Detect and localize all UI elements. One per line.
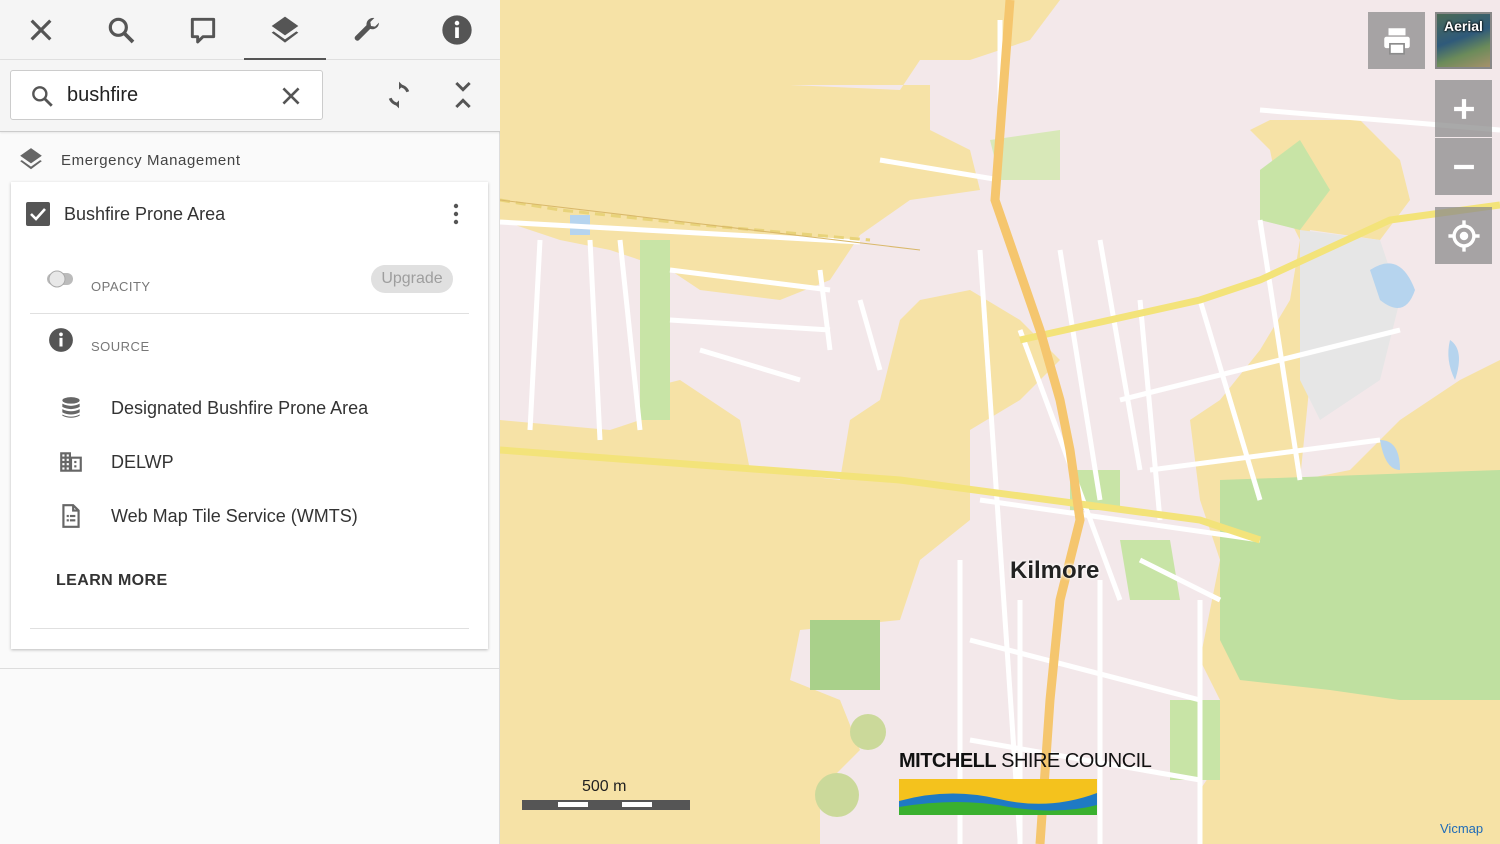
mitchell-shire-council-logo: MITCHELL SHIRE COUNCIL	[899, 750, 1152, 816]
map-canvas[interactable]: Kilmore Aerial 500 m MITCHELL SHIRE COUN…	[500, 0, 1500, 844]
source-item-text: DELWP	[111, 452, 174, 472]
comment-icon	[190, 17, 216, 44]
collapse-all-icon[interactable]	[447, 79, 479, 111]
zoom-out-button[interactable]	[1435, 138, 1492, 195]
aerial-basemap-button[interactable]: Aerial	[1435, 12, 1492, 69]
search-row	[0, 60, 500, 132]
park-area	[1170, 700, 1220, 780]
locate-me-button[interactable]	[1435, 207, 1492, 264]
printer-icon	[1383, 27, 1410, 55]
park-area	[815, 773, 859, 817]
source-label: SOURCE	[91, 339, 150, 354]
info-icon	[442, 15, 472, 45]
wrench-icon	[354, 17, 379, 41]
checkmark-icon	[30, 208, 46, 221]
opacity-label: OPACITY	[91, 279, 151, 294]
source-item: Web Map Tile Service (WMTS)	[11, 495, 488, 535]
source-item: DELWP	[11, 441, 488, 481]
search-icon	[108, 17, 135, 44]
toolbar	[0, 0, 500, 60]
park-area	[1120, 540, 1180, 600]
source-item: Designated Bushfire Prone Area	[11, 387, 488, 427]
map-attribution[interactable]: Vicmap	[1440, 821, 1483, 836]
logo-text: MITCHELL SHIRE COUNCIL	[899, 750, 1152, 772]
search-button[interactable]	[80, 0, 162, 60]
layer-card: Bushfire Prone Area OPACITY Upgrade SOUR…	[11, 182, 488, 649]
aerial-label: Aerial	[1444, 18, 1483, 34]
print-button[interactable]	[1368, 12, 1425, 69]
source-item-text: Designated Bushfire Prone Area	[111, 398, 369, 418]
comment-button[interactable]	[162, 0, 244, 60]
search-input[interactable]	[67, 79, 267, 111]
layer-name: Bushfire Prone Area	[64, 204, 226, 224]
close-icon	[30, 19, 52, 41]
crosshair-icon	[1447, 219, 1480, 252]
layer-group-title: Emergency Management	[61, 152, 241, 169]
plus-icon	[1453, 98, 1474, 119]
zoom-in-button[interactable]	[1435, 80, 1492, 137]
divider	[30, 628, 469, 629]
info-button[interactable]	[416, 0, 498, 60]
park-area	[640, 240, 670, 420]
park-area	[850, 714, 886, 750]
town-label: Kilmore	[1010, 557, 1100, 584]
tools-button[interactable]	[326, 0, 408, 60]
map-base-layer	[500, 0, 1500, 844]
layer-visibility-checkbox[interactable]	[26, 202, 50, 226]
building-icon	[60, 452, 82, 472]
scale-bar	[522, 800, 690, 810]
upgrade-button[interactable]: Upgrade	[371, 265, 453, 293]
refresh-icon[interactable]	[383, 79, 415, 111]
opacity-toggle-icon[interactable]	[45, 268, 77, 290]
clear-search-icon[interactable]	[278, 83, 304, 109]
divider	[0, 668, 500, 669]
layers-icon	[20, 148, 42, 170]
scale-label: 500 m	[582, 778, 627, 795]
info-icon	[49, 328, 73, 352]
database-icon	[62, 397, 80, 418]
search-box	[10, 70, 323, 120]
water	[1380, 440, 1400, 470]
park-area	[810, 620, 880, 690]
source-item-text: Web Map Tile Service (WMTS)	[111, 506, 358, 526]
layers-icon	[271, 16, 299, 43]
minus-icon	[1453, 164, 1474, 169]
park-area	[1220, 470, 1500, 700]
close-button[interactable]	[0, 0, 82, 60]
divider	[30, 313, 469, 314]
more-options-icon[interactable]	[444, 200, 468, 228]
sidebar: Emergency Management Bushfire Prone Area…	[0, 0, 500, 844]
learn-more-link[interactable]: LEARN MORE	[56, 572, 168, 590]
layer-group-header[interactable]: Emergency Management	[0, 140, 500, 180]
logo-graphic	[899, 779, 1097, 815]
document-icon	[62, 504, 80, 528]
search-icon	[32, 86, 53, 107]
layers-button[interactable]	[244, 0, 326, 60]
